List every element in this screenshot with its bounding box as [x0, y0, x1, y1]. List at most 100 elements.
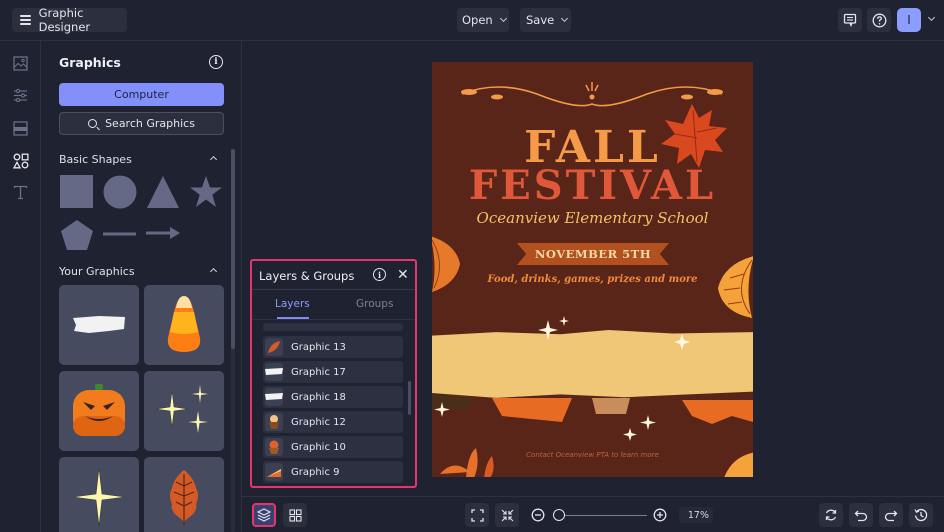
graphics-panel: Graphics i Computer Search Graphics Basi…	[41, 41, 242, 532]
open-label: Open	[462, 13, 493, 27]
brush-thumbnail-icon	[265, 368, 283, 375]
top-bar: Graphic Designer Open Save I	[0, 0, 944, 41]
chevron-down-icon	[561, 14, 569, 23]
zoom-slider-track[interactable]	[561, 515, 647, 516]
main-menu-button[interactable]: Graphic Designer	[12, 6, 127, 34]
graphic-tile-pumpkin[interactable]	[59, 371, 139, 451]
computer-upload-button[interactable]: Computer	[59, 83, 224, 106]
graphic-tile-sparkle[interactable]	[59, 457, 139, 532]
rail-item-adjustments[interactable]	[12, 87, 29, 104]
your-graphics-heading: Your Graphics	[59, 265, 135, 278]
tab-layers[interactable]: Layers	[275, 298, 310, 310]
rail-item-images[interactable]	[12, 55, 29, 72]
sparkles-graphic	[155, 385, 208, 433]
layer-thumbnail	[265, 438, 283, 456]
graphic-tile-brush[interactable]	[59, 285, 139, 365]
search-graphics-button[interactable]: Search Graphics	[59, 112, 224, 135]
zoom-percentage[interactable]: 17%	[679, 507, 713, 523]
shape-square[interactable]	[60, 175, 94, 208]
open-button[interactable]: Open	[457, 8, 509, 32]
rail-item-text[interactable]	[12, 184, 29, 201]
close-icon[interactable]: ✕	[397, 268, 409, 282]
layer-row[interactable]: Graphic 18	[263, 386, 403, 408]
pie-thumbnail-icon	[267, 469, 281, 477]
help-icon	[872, 13, 886, 27]
shape-line[interactable]	[103, 231, 137, 237]
user-avatar[interactable]: I	[897, 8, 921, 32]
save-label: Save	[526, 13, 555, 27]
expand-icon	[470, 508, 484, 522]
sync-button[interactable]	[819, 503, 843, 527]
leaf-graphic	[170, 470, 198, 526]
shape-arrow[interactable]	[146, 227, 182, 239]
rail-item-graphics[interactable]	[12, 152, 29, 169]
text-icon	[13, 185, 28, 200]
comments-button[interactable]	[838, 8, 862, 32]
help-button[interactable]	[867, 8, 891, 32]
avatar-initial: I	[907, 13, 911, 27]
sliders-icon	[14, 88, 27, 103]
layer-label: Graphic 12	[291, 416, 346, 428]
history-button[interactable]	[909, 503, 933, 527]
collapse-basic-shapes-icon[interactable]	[209, 155, 218, 164]
shape-star[interactable]	[189, 175, 223, 209]
poster-canvas[interactable]: FALL FESTIVAL Oceanview Elementary Schoo…	[432, 62, 753, 477]
rail-item-layout[interactable]	[12, 120, 29, 137]
graphic-tile-candy-corn[interactable]	[144, 285, 224, 365]
zoom-out-icon[interactable]	[531, 508, 545, 522]
history-icon	[914, 508, 928, 522]
layer-row[interactable]: Graphic 13	[263, 336, 403, 358]
chevron-down-icon[interactable]	[927, 13, 936, 22]
graphic-tile-leaf[interactable]	[144, 457, 224, 532]
info-icon[interactable]: i	[209, 55, 223, 69]
shape-circle[interactable]	[103, 175, 137, 209]
layer-thumbnail	[265, 363, 283, 381]
layer-label: Graphic 17	[291, 366, 346, 378]
graphic-tile-sparkles[interactable]	[144, 371, 224, 451]
panel-title: Graphics	[59, 55, 121, 70]
layer-thumbnail	[265, 338, 283, 356]
fit-to-screen-button[interactable]	[465, 503, 489, 527]
redo-button[interactable]	[879, 503, 903, 527]
undo-icon	[854, 510, 868, 522]
layers-toggle-button[interactable]	[252, 503, 276, 527]
pumpkin-graphic	[73, 384, 125, 436]
layer-thumbnail	[265, 388, 283, 406]
zoom-in-icon[interactable]	[653, 508, 667, 522]
shape-triangle[interactable]	[146, 175, 180, 209]
layer-thumbnail	[265, 463, 283, 481]
comment-icon	[843, 13, 857, 27]
bottom-left-leaves	[440, 448, 494, 477]
save-button[interactable]: Save	[520, 8, 571, 32]
layers-scrollbar-thumb[interactable]	[408, 381, 411, 415]
tab-groups[interactable]: Groups	[356, 298, 393, 310]
grid-view-button[interactable]	[283, 503, 307, 527]
layer-label: Graphic 18	[291, 391, 346, 403]
image-icon	[13, 56, 28, 71]
layer-row[interactable]: Graphic 9	[263, 461, 403, 483]
layer-thumbnail	[265, 413, 283, 431]
layer-row[interactable]: Graphic 17	[263, 361, 403, 383]
layer-row[interactable]: Graphic 10	[263, 436, 403, 458]
actual-size-button[interactable]	[495, 503, 519, 527]
collapse-your-graphics-icon[interactable]	[209, 267, 218, 276]
zoom-slider-handle[interactable]	[553, 509, 565, 521]
sparkle-graphic	[72, 467, 126, 527]
bottom-toolbar: 17%	[242, 496, 944, 532]
shape-pentagon[interactable]	[60, 219, 94, 251]
menu-icon	[20, 15, 31, 25]
undo-button[interactable]	[849, 503, 873, 527]
info-icon[interactable]: i	[373, 268, 386, 281]
layer-row-partial[interactable]	[263, 323, 403, 331]
layer-label: Graphic 9	[291, 466, 340, 478]
divider	[252, 319, 415, 320]
panel-scrollbar-thumb[interactable]	[231, 149, 235, 349]
layers-groups-panel: Layers & Groups i ✕ Layers Groups Graphi…	[250, 259, 417, 488]
chevron-down-icon	[499, 14, 507, 23]
brush-stroke-graphic	[73, 316, 125, 333]
compress-icon	[501, 509, 513, 521]
app-title: Graphic Designer	[38, 6, 91, 34]
layer-row[interactable]: Graphic 12	[263, 411, 403, 433]
poster-sparkles	[434, 316, 690, 441]
search-label: Search Graphics	[105, 117, 195, 130]
